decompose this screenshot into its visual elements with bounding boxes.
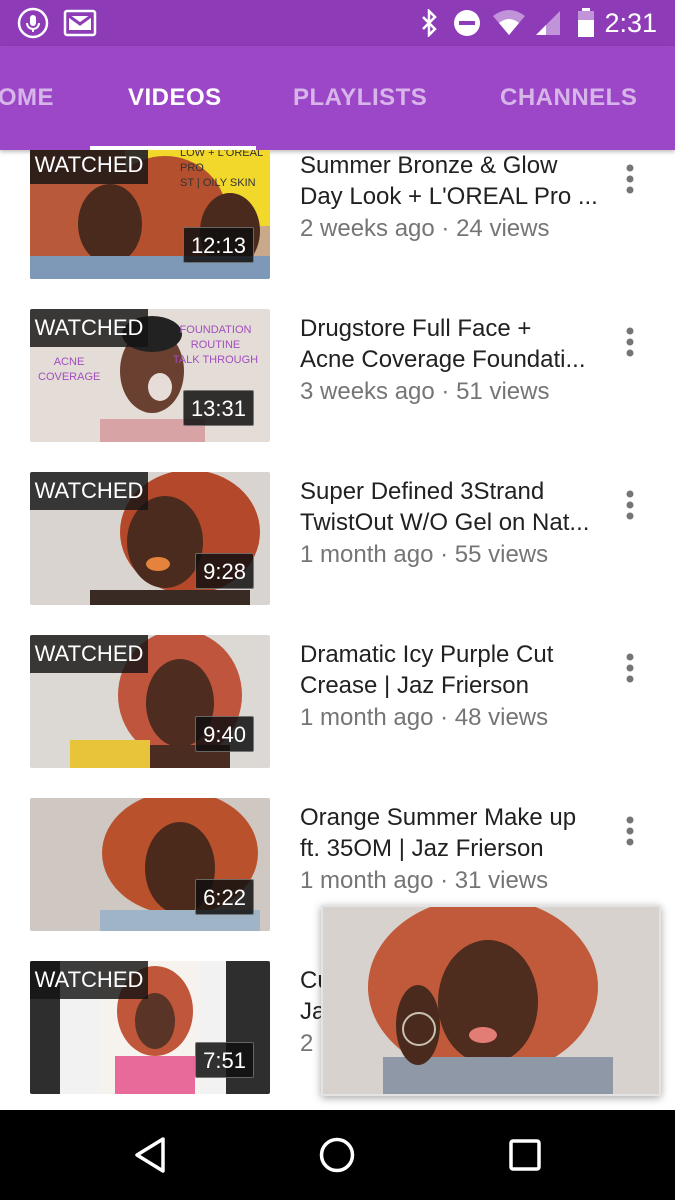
thumbnail-caption: TALK THROUGH (172, 354, 259, 366)
video-duration: 9:28 (195, 553, 254, 589)
video-title-line: Acne Coverage Foundati... (300, 346, 586, 373)
video-thumbnail[interactable]: WATCHED 9:28 (30, 472, 270, 605)
video-meta: 2 (300, 1030, 314, 1057)
thumbnail-caption: COVERAGE (38, 371, 101, 383)
system-nav-bar (0, 1110, 675, 1200)
mini-player-video (323, 907, 659, 1094)
video-title[interactable]: Orange Summer Make up ft. 35OM | Jaz Fri… (300, 802, 612, 864)
video-thumbnail[interactable]: WATCHED 9:40 (30, 635, 270, 768)
watched-badge: WATCHED (30, 961, 148, 999)
back-icon (135, 1137, 165, 1173)
clock: 2:31 (604, 8, 657, 38)
signal-icon (532, 0, 564, 46)
gmail-icon (62, 0, 98, 46)
wifi-icon (490, 0, 528, 46)
video-title-line: TwistOut W/O Gel on Nat... (300, 509, 590, 536)
more-options-button[interactable] (612, 808, 648, 854)
video-title-line: ft. 35OM | Jaz Frierson (300, 835, 544, 862)
video-meta: 3 weeks ago · 51 views (300, 378, 550, 405)
video-title[interactable]: Dramatic Icy Purple Cut Crease | Jaz Fri… (300, 639, 612, 701)
watched-badge: WATCHED (30, 309, 148, 347)
more-vert-icon (626, 164, 634, 194)
more-options-button[interactable] (612, 156, 648, 202)
bluetooth-icon (416, 0, 442, 46)
more-vert-icon (626, 490, 634, 520)
mic-icon (15, 0, 51, 46)
video-title[interactable]: Summer Bronze & Glow Day Look + L'OREAL … (300, 150, 612, 212)
video-meta: 1 month ago · 48 views (300, 704, 549, 731)
nav-home-button[interactable] (292, 1110, 382, 1200)
video-title-line: Orange Summer Make up (300, 804, 577, 831)
video-thumbnail[interactable]: WATCHED 7:51 (30, 961, 270, 1094)
video-title-line: Day Look + L'OREAL Pro ... (300, 183, 598, 210)
thumbnail-caption: FOUNDATION (179, 324, 252, 336)
more-options-button[interactable] (612, 482, 648, 528)
video-title[interactable]: Drugstore Full Face + Acne Coverage Foun… (300, 313, 612, 375)
video-thumbnail[interactable]: 6:22 (30, 798, 270, 931)
video-thumbnail[interactable]: FOUNDATION ROUTINE TALK THROUGH ACNE COV… (30, 309, 270, 442)
video-duration: 9:40 (195, 716, 254, 752)
video-title-line: Dramatic Icy Purple Cut (300, 641, 554, 668)
tab-home[interactable]: OME (0, 46, 72, 150)
watched-badge: WATCHED (30, 472, 148, 510)
video-title-line: Super Defined 3Strand (300, 478, 545, 505)
home-icon (319, 1137, 355, 1173)
video-duration: 12:13 (182, 227, 254, 263)
thumbnail-caption: LOW + L'OREAL PRO (180, 150, 263, 174)
more-vert-icon (626, 816, 634, 846)
video-title-line: Summer Bronze & Glow (300, 152, 558, 179)
more-options-button[interactable] (612, 319, 648, 365)
video-item[interactable]: WATCHED 9:40 Dramatic Icy Purple Cut Cre… (0, 635, 675, 774)
battery-icon (574, 0, 598, 46)
video-meta: 1 month ago · 55 views (300, 541, 549, 568)
video-item[interactable]: FOUNDATION ROUTINE TALK THROUGH ACNE COV… (0, 309, 675, 448)
channel-tab-bar: OME VIDEOS PLAYLISTS CHANNELS (0, 46, 675, 150)
more-options-button[interactable] (612, 645, 648, 691)
video-title-line: Drugstore Full Face + (300, 315, 532, 342)
watched-badge: WATCHED (30, 150, 148, 184)
do-not-disturb-icon (452, 0, 482, 46)
tab-home-label: OME (0, 84, 54, 111)
video-meta: 2 weeks ago · 24 views (300, 215, 550, 242)
recents-icon (509, 1139, 541, 1171)
more-vert-icon (626, 653, 634, 683)
video-item[interactable]: LOW + L'OREAL PRO ST | OILY SKIN WATCHED… (0, 150, 675, 285)
tab-videos[interactable]: VIDEOS (128, 46, 222, 150)
video-title[interactable]: Super Defined 3Strand TwistOut W/O Gel o… (300, 476, 612, 538)
more-vert-icon (626, 327, 634, 357)
video-title-line: Crease | Jaz Frierson (300, 672, 529, 699)
video-duration: 13:31 (182, 390, 254, 426)
watched-badge: WATCHED (30, 635, 148, 673)
video-thumbnail[interactable]: LOW + L'OREAL PRO ST | OILY SKIN WATCHED… (30, 150, 270, 279)
video-duration: 6:22 (195, 879, 254, 915)
video-meta: 1 month ago · 31 views (300, 867, 549, 894)
thumbnail-caption: ROUTINE (190, 339, 241, 351)
nav-recents-button[interactable] (480, 1110, 570, 1200)
tab-channels[interactable]: CHANNELS (500, 46, 637, 150)
tab-playlists[interactable]: PLAYLISTS (293, 46, 427, 150)
nav-back-button[interactable] (105, 1110, 195, 1200)
video-duration: 7:51 (195, 1042, 254, 1078)
status-bar: 2:31 (0, 0, 675, 46)
video-item[interactable]: WATCHED 9:28 Super Defined 3Strand Twist… (0, 472, 675, 611)
thumbnail-caption: ST | OILY SKIN (180, 177, 256, 189)
thumbnail-caption: ACNE (53, 356, 85, 368)
mini-player[interactable] (321, 905, 661, 1096)
